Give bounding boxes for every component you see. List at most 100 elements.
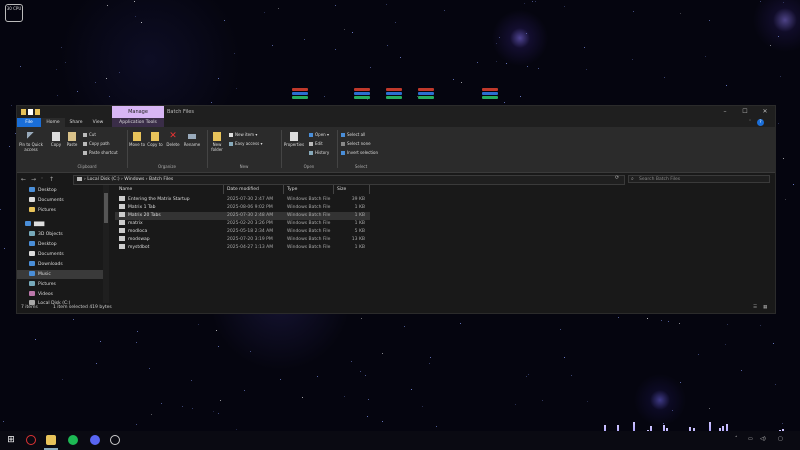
history-button[interactable]: History: [309, 150, 329, 155]
nav-item[interactable]: Downloads: [29, 260, 63, 269]
copy-path-button[interactable]: Copy path: [83, 141, 110, 146]
tab-application-tools[interactable]: Application Tools: [112, 118, 164, 127]
new-folder-button[interactable]: New folder: [209, 132, 225, 152]
file-row[interactable]: mystdbot 2025-04-27 1:13 AM Windows Batc…: [115, 244, 370, 252]
spotify-icon[interactable]: [68, 435, 78, 445]
easy-access-button[interactable]: Easy access ▾: [229, 141, 262, 146]
details-view-icon[interactable]: ☰: [753, 303, 757, 313]
tab-share[interactable]: Share: [65, 118, 87, 127]
tab-file[interactable]: File: [17, 118, 41, 127]
scrollbar-thumb[interactable]: [104, 193, 108, 223]
winrar-archive-icon[interactable]: [292, 88, 308, 102]
nav-item[interactable]: Videos: [29, 290, 53, 299]
select-all-button[interactable]: Select all: [341, 132, 365, 137]
tab-view[interactable]: View: [87, 118, 109, 127]
close-button[interactable]: ✕: [755, 106, 775, 118]
move-to-button[interactable]: Move to: [129, 132, 145, 147]
nav-item-label: Videos: [38, 292, 53, 297]
winrar-archive-icon[interactable]: [354, 88, 370, 102]
file-row[interactable]: modswap 2025-07-20 3:19 PM Windows Batch…: [115, 236, 370, 244]
file-name: modloca: [128, 229, 148, 234]
properties-button[interactable]: Properties: [283, 132, 305, 147]
star-particle: [118, 71, 120, 73]
new-folder-icon[interactable]: [35, 109, 40, 115]
nav-item[interactable]: Pictures: [29, 206, 56, 215]
maximize-button[interactable]: ☐: [735, 106, 755, 118]
discord-icon[interactable]: [90, 435, 100, 445]
paste-shortcut-button[interactable]: Paste shortcut: [83, 150, 118, 155]
help-icon[interactable]: ?: [757, 119, 764, 126]
edit-button[interactable]: Edit: [309, 141, 323, 146]
column-header-type[interactable]: Type: [287, 185, 297, 194]
nav-item[interactable]: 3D Objects: [29, 230, 63, 239]
opera-icon[interactable]: [26, 435, 36, 445]
search-input[interactable]: Search Batch Files: [628, 175, 770, 183]
collapse-ribbon-icon[interactable]: ˄: [745, 118, 755, 127]
address-bar[interactable]: › Local Disk (C:) › Windows › Batch File…: [73, 175, 625, 185]
winrar-archive-icon[interactable]: [386, 88, 402, 102]
file-row[interactable]: Matrix 1 Tab 2025-08-06 9:02 PM Windows …: [115, 204, 370, 212]
file-row[interactable]: matrix 2025-02-20 3:26 PM Windows Batch …: [115, 220, 370, 228]
breadcrumb-batch-files[interactable]: Batch Files: [149, 177, 173, 182]
open-button[interactable]: Open ▾: [309, 132, 329, 137]
paste-label: Paste: [66, 142, 78, 147]
manage-context-tab[interactable]: Manage: [112, 106, 164, 118]
new-item-button[interactable]: New item ▾: [229, 132, 257, 137]
rename-button[interactable]: Rename: [183, 132, 201, 147]
steam-icon[interactable]: [110, 435, 120, 445]
delete-button[interactable]: ✕ Delete: [165, 132, 181, 148]
nav-item[interactable]: Desktop: [29, 186, 57, 195]
paste-button[interactable]: Paste: [65, 132, 79, 147]
cut-button[interactable]: Cut: [83, 132, 96, 137]
batch-file-icon: [119, 204, 125, 209]
file-row[interactable]: Entering the Matrix Startup 2025-07-30 2…: [115, 196, 370, 204]
nav-item[interactable]: Desktop: [29, 240, 57, 249]
notification-icon[interactable]: ▢: [778, 436, 783, 442]
pin-quick-access-button[interactable]: Pin to Quick access: [19, 132, 43, 152]
search-placeholder: Search Batch Files: [639, 177, 681, 182]
nav-scrollbar[interactable]: [103, 185, 109, 303]
properties-icon[interactable]: [28, 109, 33, 115]
folder-icon[interactable]: [21, 109, 26, 115]
forward-arrow-icon[interactable]: →: [31, 176, 36, 183]
star-particle: [302, 396, 304, 398]
file-explorer-icon[interactable]: [46, 435, 56, 445]
nav-item[interactable]: Documents: [29, 196, 64, 205]
windows-start-icon[interactable]: ⊞: [6, 435, 16, 445]
copy-to-button[interactable]: Copy to: [147, 132, 163, 147]
file-size: 1 KB: [354, 213, 365, 218]
large-icons-view-icon[interactable]: ▦: [763, 303, 767, 313]
refresh-icon[interactable]: ⟳: [615, 175, 619, 181]
system-monitor-text: 30 CPU: [6, 6, 22, 11]
title-bar[interactable]: Manage Batch Files – ☐ ✕: [17, 106, 775, 118]
file-type: Windows Batch File: [287, 197, 331, 202]
volume-icon[interactable]: ◁): [760, 436, 766, 442]
file-row-selected[interactable]: Matrix 20 Tabs 2025-07-30 2:48 AM Window…: [115, 212, 370, 220]
recent-locations-icon[interactable]: ˅: [41, 177, 43, 182]
network-icon[interactable]: ▭: [748, 436, 753, 442]
nav-item[interactable]: Documents: [29, 250, 64, 259]
copy-button[interactable]: Copy: [49, 132, 63, 147]
breadcrumb-local-disk[interactable]: Local Disk (C:): [87, 177, 119, 182]
file-row[interactable]: modloca 2025-05-18 2:34 AM Windows Batch…: [115, 228, 370, 236]
column-header-size[interactable]: Size: [337, 185, 346, 194]
winrar-archive-icon[interactable]: [418, 88, 434, 102]
star-particle: [422, 405, 424, 407]
column-header-name[interactable]: Name: [119, 185, 132, 194]
nav-item[interactable]: Pictures: [29, 280, 56, 289]
star-particle: [774, 384, 776, 386]
select-none-button[interactable]: Select none: [341, 141, 371, 146]
back-arrow-icon[interactable]: ←: [21, 176, 26, 183]
nav-item-label: Music: [38, 272, 51, 277]
minimize-button[interactable]: –: [715, 106, 735, 118]
breadcrumb-windows[interactable]: Windows: [124, 177, 144, 182]
up-arrow-icon[interactable]: ↑: [49, 176, 54, 183]
nav-item-music[interactable]: Music: [17, 270, 109, 279]
star-particle: [453, 78, 455, 80]
this-pc-item[interactable]: ▇▇▇: [25, 220, 44, 229]
column-header-date[interactable]: Date modified: [227, 185, 259, 194]
tab-home[interactable]: Home: [41, 118, 65, 127]
tray-chevron-icon[interactable]: ˄: [735, 436, 738, 442]
invert-selection-button[interactable]: Invert selection: [341, 150, 378, 155]
winrar-archive-icon[interactable]: [482, 88, 498, 102]
